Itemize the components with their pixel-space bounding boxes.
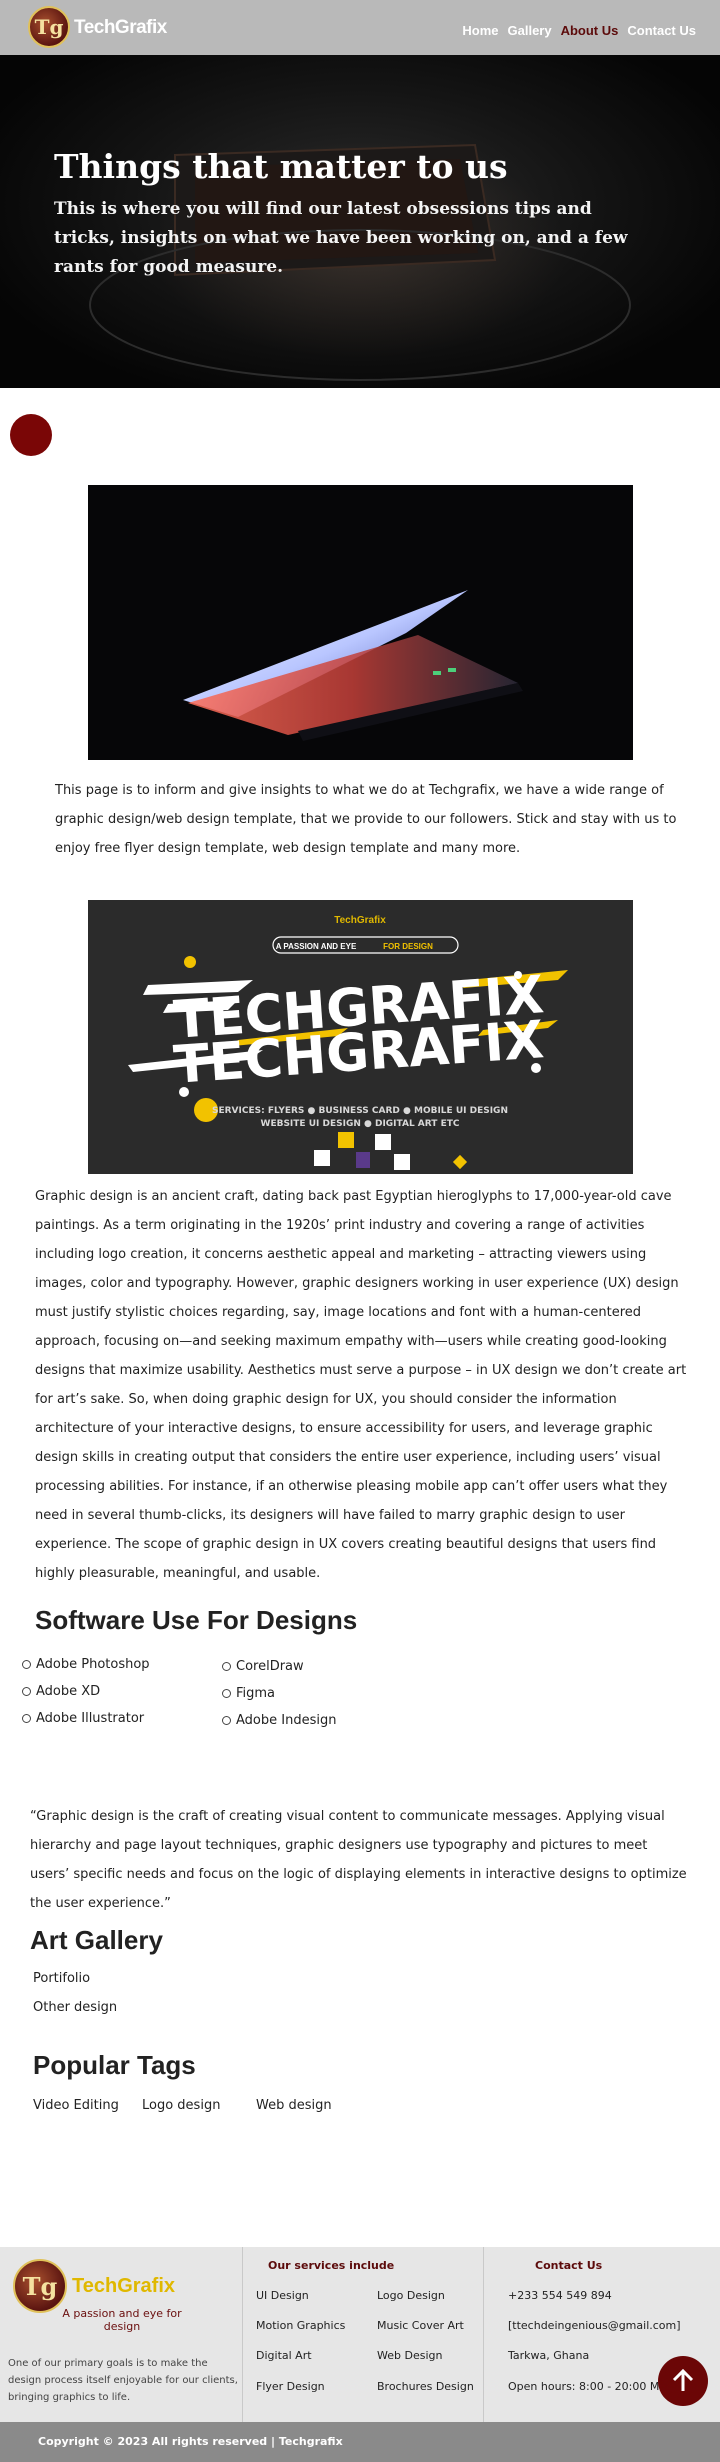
footer-logo-tagline: A passion and eye for design (62, 2307, 182, 2333)
design-quote: “Graphic design is the craft of creating… (30, 1809, 687, 1911)
footer-contact-heading: Contact Us (535, 2259, 603, 2272)
copyright-bar: Copyright © 2023 All rights reserved | T… (0, 2422, 720, 2462)
software-heading: Software Use For Designs (35, 1605, 358, 1635)
intro-paragraph: This page is to inform and give insights… (55, 783, 677, 856)
footer-divider (242, 2247, 243, 2422)
gallery-link-portfolio[interactable]: Portifolio (33, 1971, 90, 1986)
software-item: Adobe Photoshop (22, 1651, 150, 1678)
about-paragraph: Graphic design is an ancient craft, dati… (35, 1189, 687, 1581)
nav-about-us[interactable]: About Us (561, 23, 619, 38)
arrow-up-icon (672, 2368, 694, 2391)
bullet-circle-icon (222, 1689, 231, 1698)
bullet-circle-icon (22, 1660, 31, 1669)
scroll-to-top-button[interactable] (658, 2356, 708, 2406)
hero-subtitle: This is where you will find our latest o… (54, 199, 628, 277)
banner-services-1: SERVICES: FLYERS ● BUSINESS CARD ● MOBIL… (212, 1106, 508, 1116)
footer-location: Tarkwa, Ghana (508, 2349, 590, 2362)
footer-phone[interactable]: +233 554 549 894 (508, 2289, 612, 2302)
footer-logo-badge: Tg (13, 2259, 67, 2313)
banner-pill-yellow: FOR DESIGN (383, 942, 433, 951)
hero-banner: Things that matter to us This is where y… (0, 55, 720, 388)
decorative-red-circle (10, 414, 52, 456)
hero-title: Things that matter to us (54, 147, 508, 186)
software-item: Adobe Indesign (222, 1707, 336, 1734)
footer-service-item[interactable]: Web Design (377, 2349, 442, 2362)
techgrafix-banner-image: TechGrafix A PASSION AND EYE FOR DESIGN … (88, 900, 633, 1174)
tags-heading: Popular Tags (33, 2050, 196, 2080)
footer-divider (483, 2247, 484, 2422)
tag-web-design[interactable]: Web design (256, 2098, 332, 2113)
tag-logo-design[interactable]: Logo design (142, 2098, 220, 2113)
footer-service-item[interactable]: Flyer Design (256, 2380, 325, 2393)
nav-gallery[interactable]: Gallery (508, 23, 552, 38)
laptop-image (88, 485, 633, 760)
tag-video-editing[interactable]: Video Editing (33, 2098, 119, 2113)
footer-services-heading: Our services include (268, 2259, 395, 2272)
footer-service-item[interactable]: Logo Design (377, 2289, 445, 2302)
logo-badge[interactable]: Tg (28, 6, 70, 48)
gallery-link-other-design[interactable]: Other design (33, 2000, 117, 2015)
footer-logo-text: TechGrafix (72, 2275, 175, 2297)
bullet-circle-icon (22, 1687, 31, 1696)
software-item: Adobe XD (22, 1678, 150, 1705)
nav-home[interactable]: Home (462, 23, 498, 38)
bullet-circle-icon (22, 1714, 31, 1723)
software-item: Figma (222, 1680, 336, 1707)
software-list-right: CorelDraw Figma Adobe Indesign (222, 1653, 336, 1734)
nav-links: Home Gallery About Us Contact Us (462, 23, 696, 38)
software-item: Adobe Illustrator (22, 1705, 150, 1732)
footer-service-item[interactable]: Digital Art (256, 2349, 312, 2362)
copyright-text: Copyright © 2023 All rights reserved | T… (38, 2435, 343, 2448)
logo-text[interactable]: TechGrafix (74, 17, 167, 39)
software-list-left: Adobe Photoshop Adobe XD Adobe Illustrat… (22, 1651, 150, 1732)
banner-pill-white: A PASSION AND EYE (276, 942, 357, 951)
footer-email[interactable]: [ttechdeingenious@gmail.com] (508, 2319, 681, 2332)
footer-service-item[interactable]: Brochures Design (377, 2380, 474, 2393)
footer-service-item[interactable]: Music Cover Art (377, 2319, 464, 2332)
footer: Tg TechGrafix A passion and eye for desi… (0, 2247, 720, 2422)
nav-contact-us[interactable]: Contact Us (627, 23, 696, 38)
banner-brand: TechGrafix (334, 915, 386, 926)
software-item: CorelDraw (222, 1653, 336, 1680)
footer-service-item[interactable]: UI Design (256, 2289, 309, 2302)
top-nav: Tg TechGrafix Home Gallery About Us Cont… (0, 0, 720, 55)
bullet-circle-icon (222, 1662, 231, 1671)
gallery-heading: Art Gallery (30, 1925, 163, 1955)
banner-services-2: WEBSITE UI DESIGN ● DIGITAL ART ETC (261, 1119, 460, 1129)
footer-service-item[interactable]: Motion Graphics (256, 2319, 345, 2332)
bullet-circle-icon (222, 1716, 231, 1725)
footer-about: One of our primary goals is to make the … (8, 2358, 238, 2403)
